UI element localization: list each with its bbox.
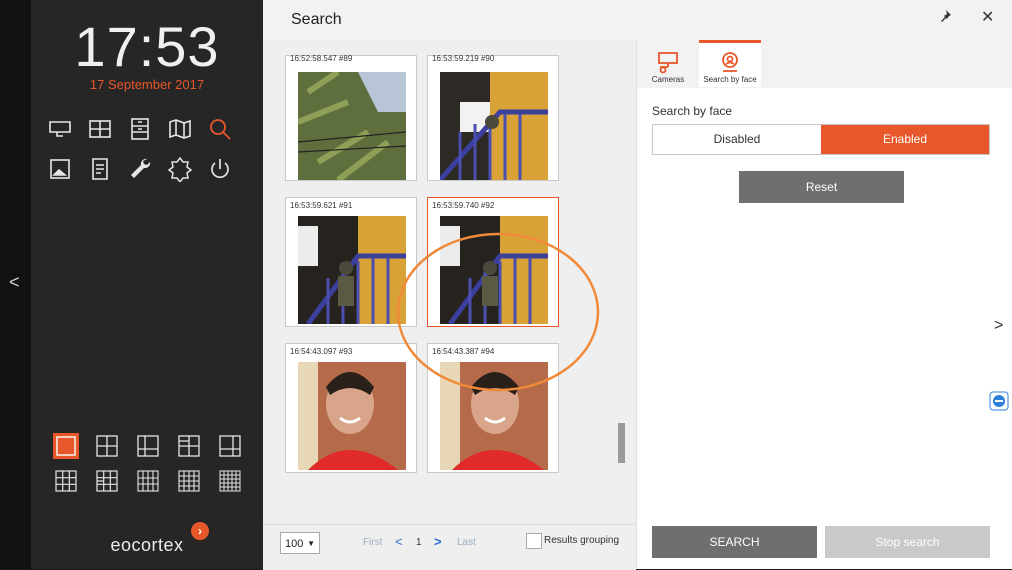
next-page-icon[interactable]: > — [434, 534, 442, 549]
prev-page-icon[interactable]: < — [395, 534, 403, 549]
result-thumbnail[interactable]: 16:52:58.547 #89 — [285, 54, 417, 181]
result-caption: 16:52:58.547 #89 — [290, 54, 353, 63]
layout-3x3-icon[interactable] — [55, 470, 77, 492]
result-caption: 16:53:59.740 #92 — [432, 201, 495, 210]
results-grid: 16:52:58.547 #89 16:53:59.219 #90 16:53:… — [263, 40, 636, 524]
tab-search-by-face[interactable]: Search by face — [699, 40, 761, 87]
per-page-value: 100 — [285, 538, 304, 550]
left-edge-strip: < — [0, 0, 31, 569]
chevron-down-icon: ▼ — [307, 539, 315, 548]
clock-time: 17:53 — [74, 15, 220, 78]
tab-label: Cameras — [651, 75, 685, 84]
pin-icon[interactable] — [938, 9, 952, 26]
first-page-link[interactable]: First — [363, 537, 382, 548]
title-bar: Search ✕ — [263, 0, 1012, 41]
document-icon[interactable] — [87, 156, 113, 182]
last-page-link[interactable]: Last — [457, 537, 476, 548]
map-icon[interactable] — [167, 116, 193, 142]
result-caption: 16:53:59.219 #90 — [432, 54, 495, 63]
result-image — [298, 72, 406, 180]
enabled-option[interactable]: Enabled — [821, 125, 989, 154]
reset-button[interactable]: Reset — [739, 171, 904, 203]
layout-2x2-icon[interactable] — [96, 435, 118, 457]
close-icon[interactable]: ✕ — [981, 7, 994, 27]
expand-arrow-icon[interactable]: > — [994, 317, 1003, 335]
image-icon[interactable] — [47, 156, 73, 182]
tab-cameras[interactable]: Cameras — [637, 40, 699, 87]
layout-1-3-icon[interactable] — [137, 435, 159, 457]
layout-4x4-b-icon[interactable] — [178, 470, 200, 492]
search-button[interactable]: SEARCH — [652, 526, 817, 558]
monitor-icon[interactable] — [47, 116, 73, 142]
layout-3x3-b-icon[interactable] — [96, 470, 118, 492]
result-image — [298, 362, 406, 470]
pager-bar: 100 ▼ First < 1 > Last Results grouping — [263, 524, 636, 570]
layout-1-5-icon[interactable] — [219, 435, 241, 457]
result-caption: 16:54:43.097 #93 — [290, 347, 353, 356]
face-search-toggle: Disabled Enabled — [652, 124, 990, 155]
remote-control-icon[interactable] — [987, 390, 1009, 412]
search-icon[interactable] — [207, 116, 233, 142]
tab-label: Search by face — [703, 75, 757, 84]
search-by-face-label: Search by face — [652, 104, 733, 118]
collapse-arrow-icon[interactable]: < — [9, 272, 20, 293]
result-caption: 16:53:59.621 #91 — [290, 201, 353, 210]
results-grouping-checkbox[interactable] — [526, 533, 542, 549]
settings-icon[interactable] — [167, 156, 193, 184]
results-grouping-label: Results grouping — [544, 535, 620, 546]
window-title: Search — [291, 11, 342, 28]
power-icon[interactable] — [207, 156, 233, 182]
result-image — [440, 72, 548, 180]
scrollbar-thumb[interactable] — [618, 423, 625, 463]
face-search-icon — [718, 50, 742, 74]
clock-date: 17 September 2017 — [89, 77, 205, 92]
disabled-option[interactable]: Disabled — [653, 125, 821, 154]
camera-icon — [656, 50, 680, 74]
layout-4x4-a-icon[interactable] — [137, 470, 159, 492]
result-image — [298, 216, 406, 324]
brand-arrow-icon: › — [191, 522, 209, 540]
panel-tabs: Cameras Search by face — [637, 40, 1012, 88]
layout-icon[interactable] — [87, 116, 113, 142]
right-panel: Cameras Search by face Search by face Di… — [636, 40, 1012, 569]
per-page-select[interactable]: 100 ▼ — [280, 532, 320, 554]
layout-5x5-icon[interactable] — [219, 470, 241, 492]
layout-1x1-icon[interactable] — [53, 433, 79, 459]
wrench-icon[interactable] — [127, 156, 153, 182]
archive-icon[interactable] — [127, 116, 153, 142]
result-thumbnail[interactable]: 16:53:59.219 #90 — [427, 54, 559, 181]
brand-logo: eocortex — [110, 535, 184, 555]
search-window: Search ✕ 16:52:58.547 #89 16:53:59.219 #… — [263, 0, 1012, 570]
layout-2x2-b-icon[interactable] — [178, 435, 200, 457]
stop-search-button[interactable]: Stop search — [825, 526, 990, 558]
sidebar: 17:53 17 September 2017 eocortex › — [31, 0, 263, 569]
highlight-annotation — [396, 232, 600, 392]
current-page: 1 — [416, 537, 422, 548]
